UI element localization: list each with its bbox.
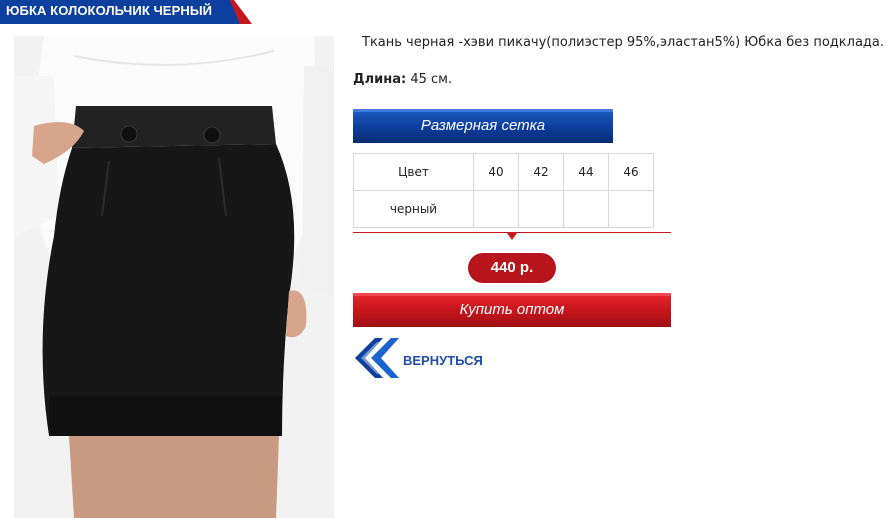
buy-wholesale-button-label: Купить оптом: [459, 301, 565, 318]
price-pointer: [507, 233, 517, 240]
back-link-label: ВЕРНУТЬСЯ: [403, 353, 483, 368]
page-title: ЮБКА КОЛОКОЛЬЧИК ЧЕРНЫЙ: [6, 3, 213, 18]
length-line: Длина: 45 см.: [353, 72, 452, 87]
price-badge: 440 р.: [468, 253, 556, 283]
double-chevron-left-icon: [355, 338, 399, 378]
table-header-cell: 44: [563, 153, 609, 191]
table-row: Цвет 40 42 44 46: [353, 153, 654, 191]
table-cell[interactable]: [608, 190, 654, 228]
table-header-cell: Цвет: [353, 153, 474, 191]
length-label: Длина:: [353, 72, 407, 87]
table-row: черный: [353, 190, 654, 228]
table-cell[interactable]: [473, 190, 519, 228]
buy-wholesale-button[interactable]: Купить оптом: [353, 293, 671, 327]
size-table: Цвет 40 42 44 46 черный: [353, 153, 654, 228]
product-photo: [14, 36, 334, 518]
table-cell: черный: [353, 190, 474, 228]
back-link[interactable]: ВЕРНУТЬСЯ: [353, 336, 513, 382]
length-value: 45 см.: [410, 72, 453, 87]
table-header-cell: 42: [518, 153, 564, 191]
table-header-cell: 40: [473, 153, 519, 191]
size-chart-button[interactable]: Размерная сетка: [353, 109, 613, 143]
size-chart-button-label: Размерная сетка: [420, 117, 546, 134]
product-description: Ткань черная -хэви пикачу(полиэстер 95%,…: [362, 35, 884, 50]
table-header-cell: 46: [608, 153, 654, 191]
table-cell[interactable]: [563, 190, 609, 228]
table-cell[interactable]: [518, 190, 564, 228]
page-title-tab: ЮБКА КОЛОКОЛЬЧИК ЧЕРНЫЙ: [0, 0, 252, 24]
